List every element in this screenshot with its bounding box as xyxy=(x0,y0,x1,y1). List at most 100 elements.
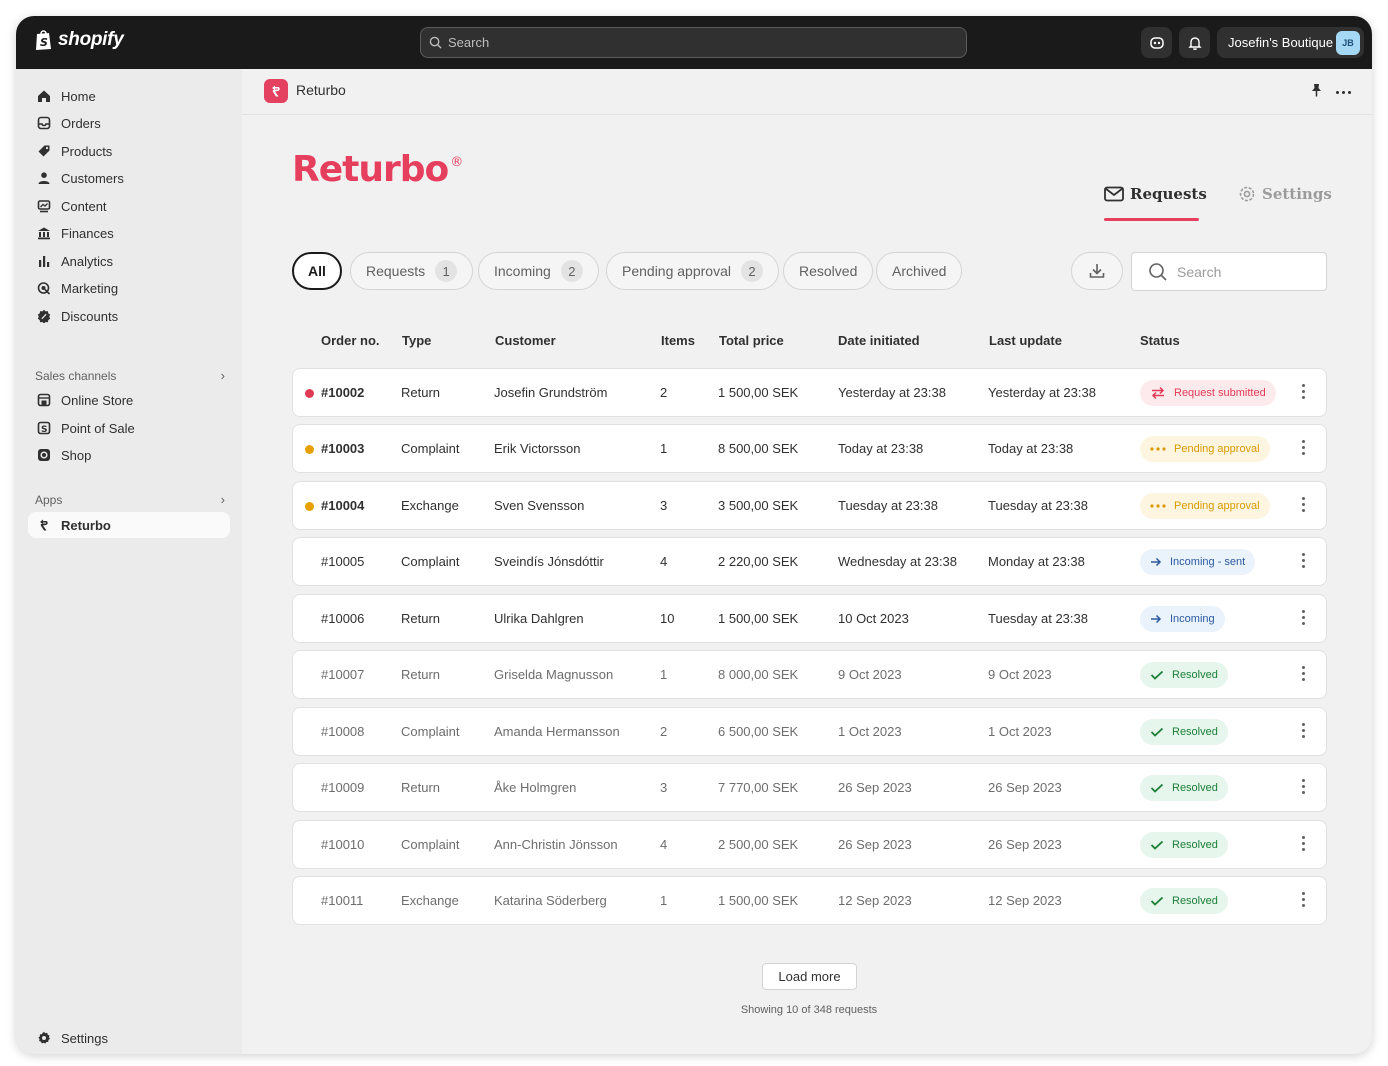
column-header-date-initiated[interactable]: Date initiated xyxy=(838,333,920,348)
sidebar-item-finances[interactable]: Finances xyxy=(28,220,230,246)
table-row[interactable]: #10005 Complaint Sveindís Jónsdóttir 4 2 220… xyxy=(292,537,1327,586)
sidebar-item-customers[interactable]: Customers xyxy=(28,165,230,191)
row-actions-icon[interactable] xyxy=(1302,723,1305,738)
tab-settings[interactable]: Settings xyxy=(1238,185,1332,203)
sales-channels-section[interactable]: Sales channels › xyxy=(35,368,225,383)
status-badge-label: Pending approval xyxy=(1174,500,1260,512)
filter-requests[interactable]: Requests 1 xyxy=(350,252,474,290)
cell-order-no[interactable]: #10002 xyxy=(321,385,364,400)
column-header-items[interactable]: Items xyxy=(661,333,695,348)
sidebar-item-label: Marketing xyxy=(61,280,119,296)
sidebar-item-analytics[interactable]: Analytics xyxy=(28,248,230,274)
sidebar-item-point-of-sale[interactable]: S Point of Sale xyxy=(28,415,230,441)
filter-label: All xyxy=(308,263,326,279)
filter-incoming[interactable]: Incoming 2 xyxy=(478,252,599,290)
shopify-logo[interactable]: S shopify xyxy=(34,29,124,51)
sidebar-item-orders[interactable]: Orders xyxy=(28,110,230,136)
load-more-button[interactable]: Load more xyxy=(762,963,857,990)
sidebar-item-discounts[interactable]: Discounts xyxy=(28,303,230,329)
row-actions-icon[interactable] xyxy=(1302,440,1305,455)
sidebar-item-label: Customers xyxy=(61,170,124,186)
cell-date-initiated: Wednesday at 23:38 xyxy=(838,554,958,569)
more-horizontal-icon[interactable] xyxy=(1336,91,1351,94)
filter-label: Resolved xyxy=(799,263,858,279)
tab-requests[interactable]: Requests xyxy=(1104,185,1207,203)
sidebar-item-content[interactable]: Content xyxy=(28,193,230,219)
table-row[interactable]: #10010 Complaint Ann-Christin Jönsson 4 2 50… xyxy=(292,820,1327,869)
sidebar-item-shop[interactable]: Shop xyxy=(28,442,230,468)
sidebar-item-marketing[interactable]: Marketing xyxy=(28,275,230,301)
cell-order-no[interactable]: #10011 xyxy=(321,893,363,908)
brand-name: Returbo xyxy=(292,149,449,190)
sidebar-item-products[interactable]: Products xyxy=(28,138,230,164)
requests-search-input[interactable]: Search xyxy=(1131,252,1327,291)
cell-order-no[interactable]: #10007 xyxy=(321,667,364,682)
cell-customer: Erik Victorsson xyxy=(494,441,581,456)
apps-section[interactable]: Apps › xyxy=(35,492,225,507)
table-row[interactable]: #10009 Return Åke Holmgren 3 7 770,00 SEK 26 … xyxy=(292,763,1327,812)
row-actions-icon[interactable] xyxy=(1302,779,1305,794)
bell-icon xyxy=(1187,36,1202,50)
unread-dot xyxy=(305,445,314,454)
column-header-last-update[interactable]: Last update xyxy=(989,333,1062,348)
row-actions-icon[interactable] xyxy=(1302,553,1305,568)
cell-type: Exchange xyxy=(401,498,459,513)
status-badge-label: Request submitted xyxy=(1174,387,1266,399)
cell-order-no[interactable]: #10010 xyxy=(321,837,364,852)
cell-items: 1 xyxy=(660,667,668,682)
table-row[interactable]: #10003 Complaint Erik Victorsson 1 8 500,00 … xyxy=(292,424,1327,473)
status-badge: Request submitted xyxy=(1140,380,1276,406)
filter-pending-approval[interactable]: Pending approval 2 xyxy=(606,252,779,290)
sales-channels-label: Sales channels xyxy=(35,368,117,383)
row-actions-icon[interactable] xyxy=(1302,836,1305,851)
row-actions-icon[interactable] xyxy=(1302,610,1305,625)
cell-order-no[interactable]: #10008 xyxy=(321,724,364,739)
notifications-button[interactable] xyxy=(1179,27,1210,58)
filter-all[interactable]: All xyxy=(292,252,342,290)
sidebar-item-label: Orders xyxy=(61,115,101,131)
column-header-customer[interactable]: Customer xyxy=(495,333,556,348)
sidebar-item-returbo[interactable]: Returbo xyxy=(28,512,230,538)
pin-icon[interactable] xyxy=(1310,83,1323,97)
column-header-status[interactable]: Status xyxy=(1140,333,1180,348)
column-header-type[interactable]: Type xyxy=(402,333,431,348)
filter-resolved[interactable]: Resolved xyxy=(783,252,874,290)
filter-count: 2 xyxy=(740,260,763,282)
column-header-order[interactable]: Order no. xyxy=(321,333,380,348)
row-actions-icon[interactable] xyxy=(1302,892,1305,907)
sidebar: Home Orders Products Customers Content F… xyxy=(16,69,242,1054)
cell-type: Complaint xyxy=(401,724,460,739)
row-actions-icon[interactable] xyxy=(1302,666,1305,681)
sidebar-item-label: Home xyxy=(61,88,96,104)
cell-order-no[interactable]: #10004 xyxy=(321,498,364,513)
search-icon xyxy=(429,36,442,49)
cell-order-no[interactable]: #10005 xyxy=(321,554,364,569)
row-actions-icon[interactable] xyxy=(1302,497,1305,512)
table-row[interactable]: #10007 Return Griselda Magnusson 1 8 000,00 … xyxy=(292,650,1327,699)
table-row[interactable]: #10002 Return Josefin Grundström 2 1 500,00 … xyxy=(292,368,1327,417)
sidebar-item-settings[interactable]: Settings xyxy=(28,1025,230,1051)
download-button[interactable] xyxy=(1071,252,1123,290)
sidekick-button[interactable] xyxy=(1141,27,1172,58)
global-search-input[interactable]: Search xyxy=(420,27,967,58)
cell-customer: Ann-Christin Jönsson xyxy=(494,837,618,852)
cell-order-no[interactable]: #10003 xyxy=(321,441,364,456)
cell-order-no[interactable]: #10006 xyxy=(321,611,364,626)
cell-last-update: 1 Oct 2023 xyxy=(988,724,1052,739)
table-row[interactable]: #10004 Exchange Sven Svensson 3 3 500,00 SEK… xyxy=(292,481,1327,530)
cell-date-initiated: 1 Oct 2023 xyxy=(838,724,902,739)
row-actions-icon[interactable] xyxy=(1302,384,1305,399)
store-menu-button[interactable]: Josefin's Boutique JB xyxy=(1217,27,1364,58)
sidebar-item-online-store[interactable]: Online Store xyxy=(28,387,230,413)
cell-items: 10 xyxy=(660,611,675,626)
filter-archived[interactable]: Archived xyxy=(876,252,963,290)
column-header-total-price[interactable]: Total price xyxy=(719,333,784,348)
table-row[interactable]: #10006 Return Ulrika Dahlgren 10 1 500,00 SE… xyxy=(292,594,1327,643)
table-row[interactable]: #10008 Complaint Amanda Hermansson 2 6 500,0… xyxy=(292,707,1327,756)
cell-order-no[interactable]: #10009 xyxy=(321,780,364,795)
table-row[interactable]: #10011 Exchange Katarina Söderberg 1 1 500,0… xyxy=(292,876,1327,925)
status-badge: Incoming xyxy=(1140,606,1225,632)
returbo-icon xyxy=(40,519,48,531)
sidebar-item-home[interactable]: Home xyxy=(28,83,230,109)
tag-icon xyxy=(38,145,50,157)
